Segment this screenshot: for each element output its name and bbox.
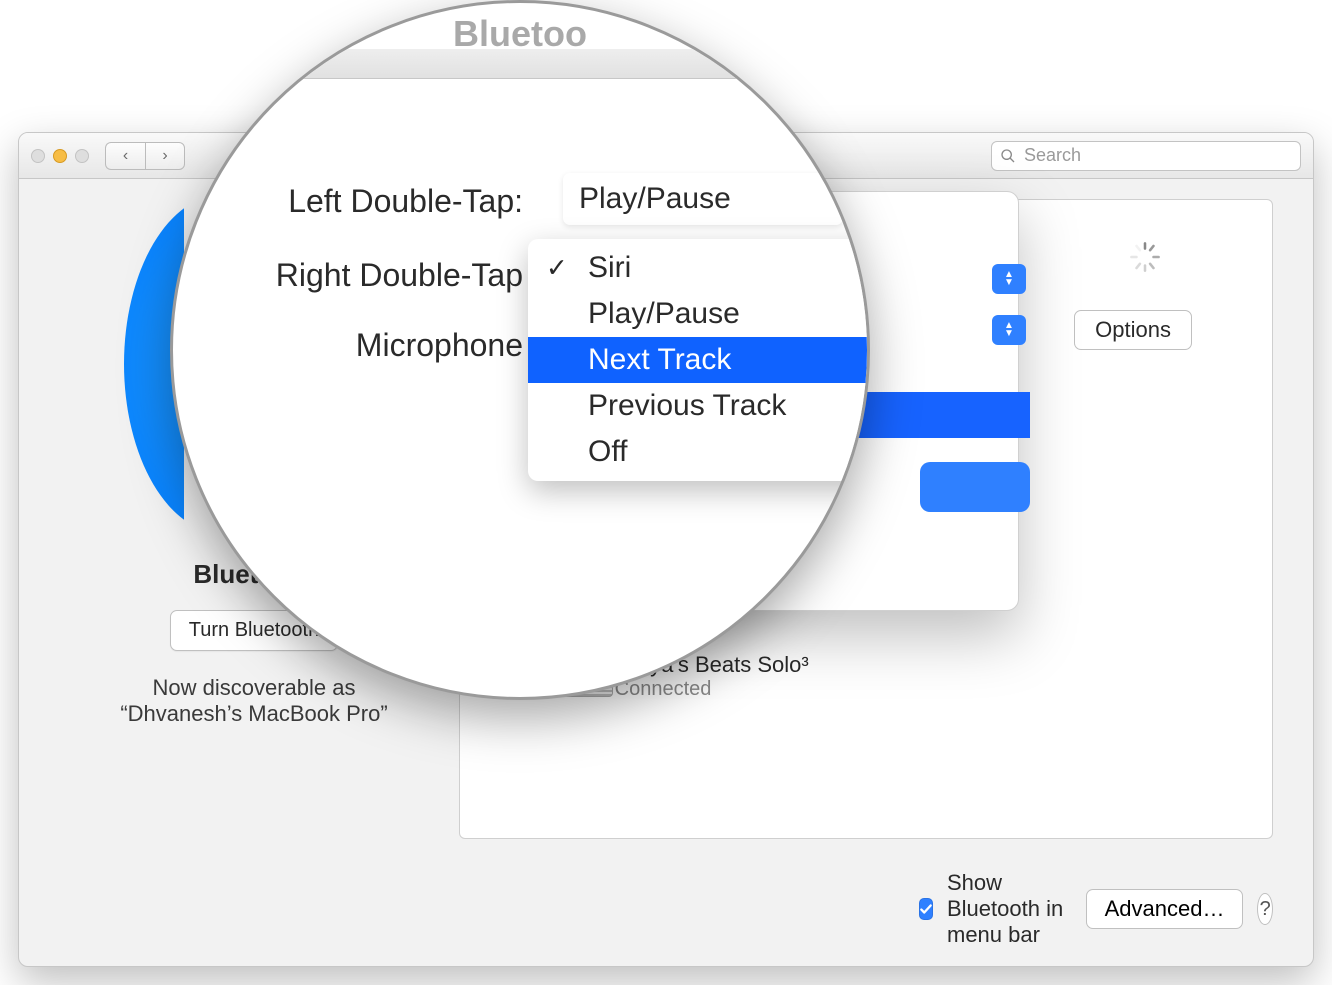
dropdown-option[interactable]: ✓ Siri <box>528 245 870 291</box>
dropdown-option[interactable]: Previous Track <box>528 383 870 429</box>
dropdown-option[interactable]: Next Track <box>528 337 870 383</box>
dropdown-option-label: Off <box>588 435 627 468</box>
dropdown-option[interactable]: Off <box>528 429 870 475</box>
advanced-button[interactable]: Advanced… <box>1086 889 1244 929</box>
search-field-wrap[interactable] <box>991 141 1301 171</box>
dropdown-option-label: Play/Pause <box>588 297 740 330</box>
microphone-label: Microphone <box>193 327 523 364</box>
right-double-tap-label: Right Double-Tap <box>193 257 523 294</box>
dropdown-stepper-icon[interactable] <box>992 315 1026 345</box>
dropdown-stepper-icon[interactable] <box>992 264 1026 294</box>
dropdown-option-label: Previous Track <box>588 389 786 422</box>
checkmark-icon: ✓ <box>546 253 568 284</box>
back-button[interactable]: ‹ <box>105 142 145 170</box>
left-double-tap-value: Play/Pause <box>579 182 731 216</box>
help-button[interactable]: ? <box>1257 893 1273 925</box>
dropdown-option-label: Siri <box>588 251 631 284</box>
zoom-window-dot[interactable] <box>75 149 89 163</box>
dropdown-option-label: Next Track <box>588 343 731 376</box>
discoverable-line2: “Dhvanesh’s MacBook Pro” <box>120 701 387 727</box>
magnifier-overlay: Bluetoo Left Double-Tap: Right Double-Ta… <box>170 0 870 700</box>
connecting-spinner-icon <box>1128 240 1162 274</box>
show-in-menu-bar-checkbox[interactable] <box>919 898 933 920</box>
footer-bar: Show Bluetooth in menu bar Advanced… ? <box>919 870 1273 948</box>
left-double-tap-select[interactable]: Play/Pause <box>563 173 843 225</box>
magnified-window-title: Bluetoo <box>453 13 587 55</box>
minimize-window-dot[interactable] <box>53 149 67 163</box>
right-double-tap-dropdown[interactable]: ✓ Siri Play/Pause Next Track Previous Track O… <box>528 239 870 481</box>
close-window-dot[interactable] <box>31 149 45 163</box>
left-double-tap-label: Left Double-Tap: <box>193 183 523 220</box>
done-button[interactable] <box>920 462 1030 512</box>
show-in-menu-bar-label: Show Bluetooth in menu bar <box>947 870 1072 948</box>
device-options-button[interactable]: Options <box>1074 310 1192 350</box>
search-icon <box>1000 148 1016 164</box>
dropdown-option[interactable]: Play/Pause <box>528 291 870 337</box>
window-controls <box>31 149 89 163</box>
search-input[interactable] <box>1022 144 1292 167</box>
